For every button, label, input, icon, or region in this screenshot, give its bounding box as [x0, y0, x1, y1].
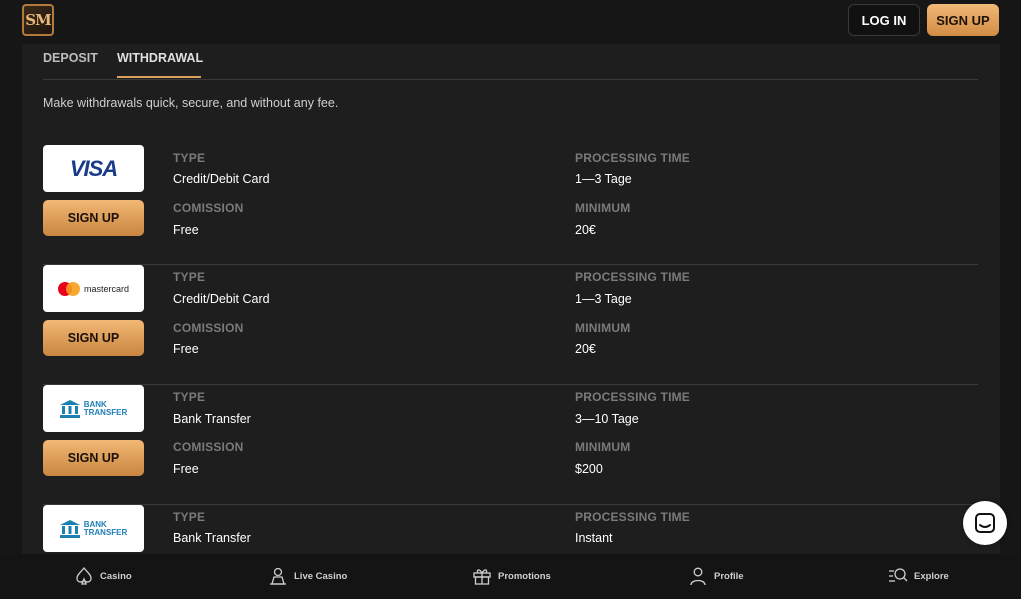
dealer-icon	[270, 567, 286, 585]
nav-promotions-label: Promotions	[498, 570, 551, 582]
login-button[interactable]: LOG IN	[848, 4, 920, 36]
bank-icon	[59, 519, 80, 538]
bottom-nav: Casino Live Casino Promotions Profile Ex…	[0, 554, 1021, 599]
comission-label: COMISSION	[173, 321, 244, 335]
minimum-label: MINIMUM	[575, 440, 631, 454]
mastercard-logo-text: mastercard	[83, 283, 129, 294]
nav-explore-label: Explore	[914, 570, 949, 582]
nav-casino-label: Casino	[100, 570, 132, 582]
search-list-icon	[889, 568, 908, 582]
type-label: TYPE	[173, 151, 206, 165]
nav-explore[interactable]: Explore	[888, 566, 949, 586]
method-row-mastercard: mastercard SIGN UP TYPE Credit/Debit Car…	[43, 265, 978, 385]
processing-time-label: PROCESSING TIME	[575, 151, 691, 165]
processing-time-value: Instant	[575, 531, 613, 545]
signup-button-bank-transfer[interactable]: SIGN UP	[43, 440, 144, 476]
signup-button-visa[interactable]: SIGN UP	[43, 200, 144, 236]
bank-logo-line2: TRANSFER	[83, 527, 128, 537]
type-label: TYPE	[173, 270, 206, 284]
nav-profile[interactable]: Profile	[688, 566, 744, 586]
minimum-value: 20€	[575, 223, 596, 237]
bank-transfer-logo: BANK TRANSFER	[43, 385, 144, 432]
mastercard-logo: mastercard	[43, 265, 144, 312]
signup-button[interactable]: SIGN UP	[927, 4, 999, 36]
method-row-bank-transfer: BANK TRANSFER SIGN UP TYPE Bank Transfer …	[43, 385, 978, 505]
type-value: Credit/Debit Card	[173, 292, 270, 306]
processing-time-value: 1—3 Tage	[575, 292, 632, 306]
payment-methods-panel: DEPOSIT WITHDRAWAL Make withdrawals quic…	[22, 44, 1000, 554]
visa-logo: VISA	[43, 145, 144, 192]
nav-live-casino[interactable]: Live Casino	[268, 566, 347, 586]
nav-casino[interactable]: Casino	[74, 566, 132, 586]
intro-text: Make withdrawals quick, secure, and with…	[43, 96, 339, 110]
nav-profile-label: Profile	[714, 570, 744, 582]
type-label: TYPE	[173, 510, 206, 524]
visa-logo-text: VISA	[69, 155, 118, 181]
tab-deposit[interactable]: DEPOSIT	[43, 51, 98, 76]
processing-time-label: PROCESSING TIME	[575, 510, 691, 524]
chat-button[interactable]	[963, 501, 1007, 545]
minimum-label: MINIMUM	[575, 321, 631, 335]
type-value: Credit/Debit Card	[173, 172, 270, 186]
gift-icon	[473, 569, 491, 585]
chat-icon	[975, 513, 995, 533]
spade-icon	[76, 566, 92, 585]
method-row-bank-transfer-instant: BANK TRANSFER TYPE Bank Transfer PROCESSI…	[43, 505, 978, 554]
minimum-value: 20€	[575, 342, 596, 356]
site-logo[interactable]: SM	[22, 4, 54, 36]
comission-value: Free	[173, 223, 199, 237]
nav-live-casino-label: Live Casino	[294, 570, 348, 582]
method-row-visa: VISA SIGN UP TYPE Credit/Debit Card PROC…	[43, 145, 978, 265]
signup-button-mastercard[interactable]: SIGN UP	[43, 320, 144, 356]
processing-time-label: PROCESSING TIME	[575, 270, 691, 284]
processing-time-value: 3—10 Tage	[575, 412, 639, 426]
comission-label: COMISSION	[173, 201, 244, 215]
comission-value: Free	[173, 342, 199, 356]
comission-label: COMISSION	[173, 440, 244, 454]
user-icon	[690, 567, 706, 586]
minimum-value: $200	[575, 462, 603, 476]
tab-bar: DEPOSIT WITHDRAWAL	[43, 44, 978, 80]
top-bar: SM LOG IN SIGN UP	[0, 0, 1021, 44]
minimum-label: MINIMUM	[575, 201, 631, 215]
comission-value: Free	[173, 462, 199, 476]
type-label: TYPE	[173, 390, 206, 404]
processing-time-label: PROCESSING TIME	[575, 390, 691, 404]
bank-logo-line2: TRANSFER	[83, 407, 128, 417]
type-value: Bank Transfer	[173, 531, 251, 545]
tab-withdrawal[interactable]: WITHDRAWAL	[117, 51, 203, 78]
processing-time-value: 1—3 Tage	[575, 172, 632, 186]
bank-transfer-logo: BANK TRANSFER	[43, 505, 144, 552]
mastercard-circles-icon	[57, 281, 80, 296]
nav-promotions[interactable]: Promotions	[472, 566, 551, 586]
bank-icon	[59, 399, 80, 418]
type-value: Bank Transfer	[173, 412, 251, 426]
